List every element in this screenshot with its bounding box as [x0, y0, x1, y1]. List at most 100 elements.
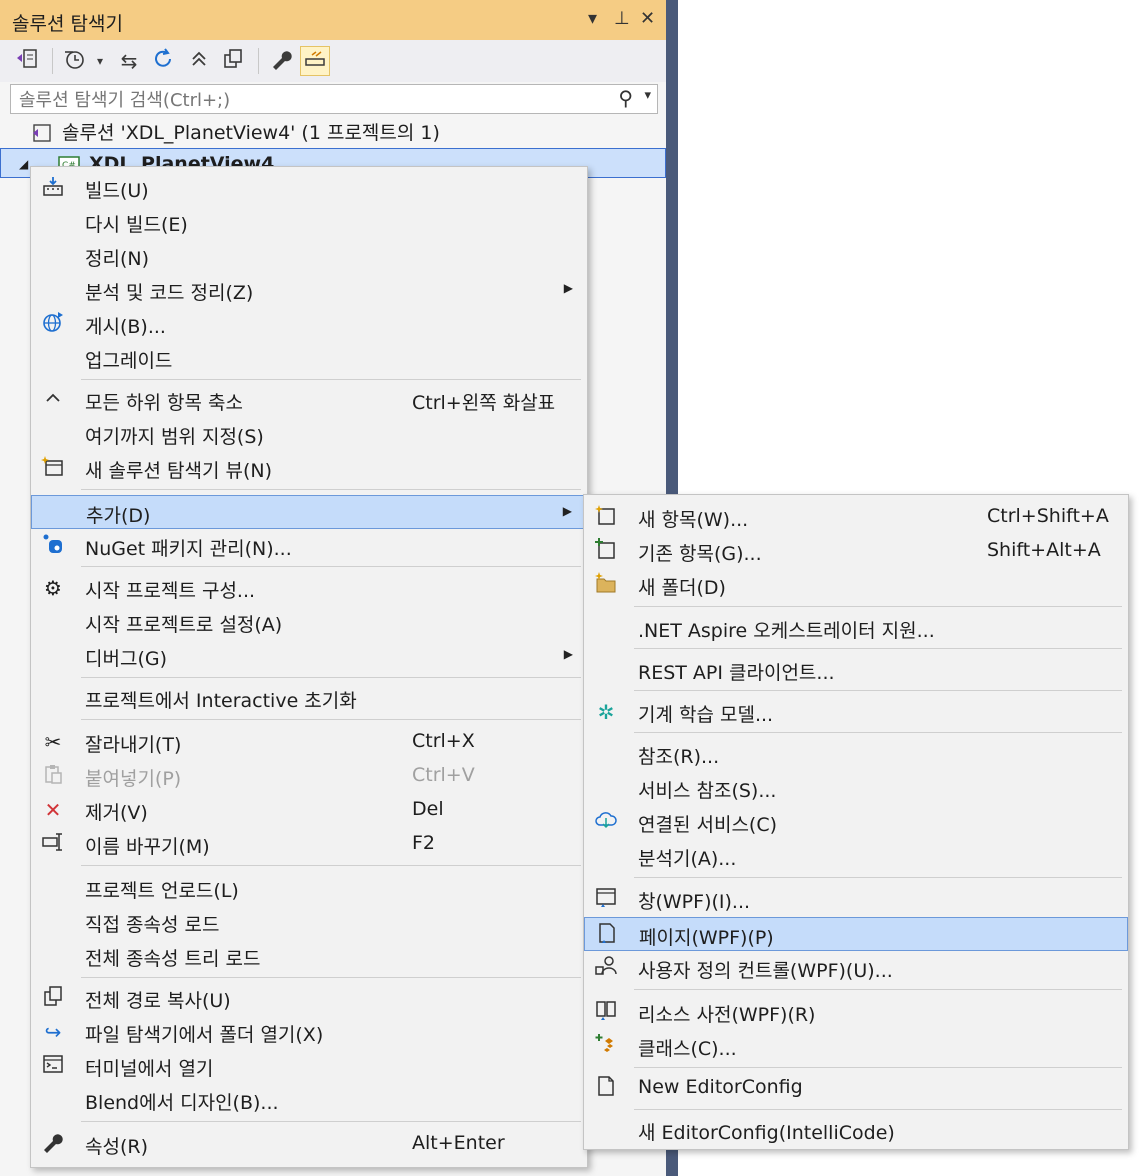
menu-separator — [634, 989, 1122, 990]
submenu-item-rest-api-client[interactable]: REST API 클라이언트... — [584, 653, 1128, 687]
submenu-item-new-editorconfig[interactable]: New EditorConfig — [584, 1071, 1128, 1105]
paste-icon — [39, 762, 67, 790]
tree-item-solution[interactable]: 솔루션 'XDL_PlanetView4' (1 프로젝트의 1) — [0, 118, 666, 148]
solution-icon — [30, 118, 54, 148]
pending-changes-filter-icon[interactable] — [60, 46, 90, 76]
rename-icon — [39, 830, 67, 858]
resource-dictionary-icon — [592, 998, 620, 1026]
search-input[interactable] — [17, 87, 611, 113]
menu-item-load-dep-tree[interactable]: 전체 종속성 트리 로드 — [31, 939, 587, 973]
preview-selected-items-icon[interactable] — [300, 46, 330, 76]
copy-icon — [39, 984, 67, 1012]
menu-separator — [634, 648, 1122, 649]
panel-title: 솔루션 탐색기 — [12, 13, 123, 35]
menu-item-new-explorer-view[interactable]: 새 솔루션 탐색기 뷰(N) — [31, 451, 587, 485]
sync-with-active-document-icon[interactable]: ⇆ — [114, 46, 144, 76]
window-icon — [592, 885, 620, 913]
submenu-item-editorconfig-intellicode[interactable]: 새 EditorConfig(IntelliCode) — [584, 1113, 1128, 1147]
user-control-icon — [592, 954, 620, 982]
panel-title-bar: 솔루션 탐색기 ▾ ⊥ ✕ — [0, 0, 666, 41]
menu-item-debug[interactable]: 디버그(G) ▶ — [31, 639, 587, 673]
submenu-item-reference[interactable]: 참조(R)... — [584, 737, 1128, 771]
window-options-dropdown-icon[interactable]: ▾ — [588, 8, 597, 29]
submenu-item-wpf-user-control[interactable]: 사용자 정의 컨트롤(WPF)(U)... — [584, 951, 1128, 985]
menu-item-rebuild[interactable]: 다시 빌드(E) — [31, 205, 587, 239]
menu-item-design-in-blend[interactable]: Blend에서 디자인(B)... — [31, 1083, 587, 1117]
menu-item-copy-full-path[interactable]: 전체 경로 복사(U) — [31, 981, 587, 1015]
solution-label: 솔루션 'XDL_PlanetView4' (1 프로젝트의 1) — [62, 122, 440, 144]
submenu-item-new-item[interactable]: 새 항목(W)... Ctrl+Shift+A — [584, 500, 1128, 534]
menu-item-load-direct-deps[interactable]: 직접 종속성 로드 — [31, 905, 587, 939]
submenu-item-analyzer[interactable]: 분석기(A)... — [584, 839, 1128, 873]
submenu-arrow-icon: ▶ — [563, 647, 573, 661]
show-all-files-icon[interactable] — [218, 46, 248, 76]
menu-separator — [634, 690, 1122, 691]
menu-item-collapse-all[interactable]: 모든 하위 항목 축소 Ctrl+왼쪽 화살표 — [31, 383, 587, 417]
menu-item-open-in-file-explorer[interactable]: ↪ 파일 탐색기에서 폴더 열기(X) — [31, 1015, 587, 1049]
gear-icon: ⚙ — [44, 576, 62, 600]
submenu-arrow-icon: ▶ — [562, 504, 572, 518]
submenu-item-wpf-resource-dictionary[interactable]: 리소스 사전(WPF)(R) — [584, 995, 1128, 1029]
submenu-item-new-folder[interactable]: 새 폴더(D) — [584, 568, 1128, 602]
menu-item-configure-startup[interactable]: ⚙ 시작 프로젝트 구성... — [31, 571, 587, 605]
expand-arrow-icon[interactable]: ◢ — [19, 149, 28, 179]
close-icon[interactable]: ✕ — [640, 8, 655, 29]
submenu-arrow-icon: ▶ — [563, 281, 573, 295]
menu-item-clean[interactable]: 정리(N) — [31, 239, 587, 273]
menu-item-build[interactable]: 빌드(U) — [31, 171, 587, 205]
menu-item-properties[interactable]: 속성(R) Alt+Enter — [31, 1127, 587, 1161]
menu-item-set-startup[interactable]: 시작 프로젝트로 설정(A) — [31, 605, 587, 639]
menu-item-scope-to-this[interactable]: 여기까지 범위 지정(S) — [31, 417, 587, 451]
menu-separator — [81, 677, 581, 678]
terminal-icon — [39, 1052, 67, 1080]
menu-item-initialize-interactive[interactable]: 프로젝트에서 Interactive 초기화 — [31, 681, 587, 715]
new-folder-icon — [592, 571, 620, 599]
switch-views-icon[interactable] — [12, 46, 42, 76]
menu-item-upgrade[interactable]: 업그레이드 — [31, 341, 587, 375]
class-icon — [592, 1032, 620, 1060]
file-icon — [592, 1074, 620, 1102]
filter-dropdown-icon[interactable]: ▾ — [90, 46, 110, 76]
menu-item-unload-project[interactable]: 프로젝트 언로드(L) — [31, 871, 587, 905]
menu-item-remove[interactable]: ✕ 제거(V) Del — [31, 793, 587, 827]
properties-wrench-icon[interactable] — [266, 46, 296, 76]
ml-model-icon: ✲ — [597, 700, 615, 724]
build-icon — [39, 174, 67, 202]
submenu-item-connected-service[interactable]: 연결된 서비스(C) — [584, 805, 1128, 839]
project-context-menu: 빌드(U) 다시 빌드(E) 정리(N) 분석 및 코드 정리(Z) ▶ 게시(… — [30, 166, 588, 1168]
menu-item-add[interactable]: 추가(D) ▶ — [31, 495, 587, 529]
search-icon[interactable]: ⚲ — [618, 86, 633, 110]
wrench-icon — [39, 1130, 67, 1158]
menu-item-publish[interactable]: 게시(B)... — [31, 307, 587, 341]
explorer-toolbar: ▾ ⇆ — [0, 40, 666, 82]
search-options-dropdown-icon[interactable]: ▾ — [644, 88, 651, 103]
pin-icon[interactable]: ⊥ — [614, 8, 630, 29]
page-icon — [593, 921, 621, 949]
refresh-icon[interactable] — [148, 46, 178, 76]
menu-item-analyze-cleanup[interactable]: 분석 및 코드 정리(Z) ▶ — [31, 273, 587, 307]
menu-separator — [81, 977, 581, 978]
search-box: ⚲ ▾ — [10, 84, 658, 114]
menu-separator — [634, 877, 1122, 878]
menu-item-cut[interactable]: ✂ 잘라내기(T) Ctrl+X — [31, 725, 587, 759]
menu-separator — [634, 732, 1122, 733]
connected-service-icon — [592, 808, 620, 836]
menu-separator — [81, 379, 581, 380]
nuget-icon — [39, 532, 67, 560]
submenu-item-ml-model[interactable]: ✲ 기계 학습 모델... — [584, 695, 1128, 729]
submenu-item-wpf-window[interactable]: 창(WPF)(I)... — [584, 882, 1128, 916]
menu-item-manage-nuget[interactable]: NuGet 패키지 관리(N)... — [31, 529, 587, 563]
menu-separator — [634, 1067, 1122, 1068]
submenu-item-aspire[interactable]: .NET Aspire 오케스트레이터 지원... — [584, 611, 1128, 645]
menu-item-rename[interactable]: 이름 바꾸기(M) F2 — [31, 827, 587, 861]
globe-publish-icon — [39, 310, 67, 338]
submenu-item-service-reference[interactable]: 서비스 참조(S)... — [584, 771, 1128, 805]
menu-item-open-in-terminal[interactable]: 터미널에서 열기 — [31, 1049, 587, 1083]
submenu-item-class[interactable]: 클래스(C)... — [584, 1029, 1128, 1063]
collapse-all-icon[interactable] — [184, 46, 214, 76]
scissors-icon: ✂ — [44, 730, 62, 754]
menu-separator — [634, 606, 1122, 607]
submenu-item-wpf-page[interactable]: 페이지(WPF)(P) — [584, 917, 1128, 951]
submenu-item-existing-item[interactable]: 기존 항목(G)... Shift+Alt+A — [584, 534, 1128, 568]
new-view-icon — [39, 454, 67, 482]
